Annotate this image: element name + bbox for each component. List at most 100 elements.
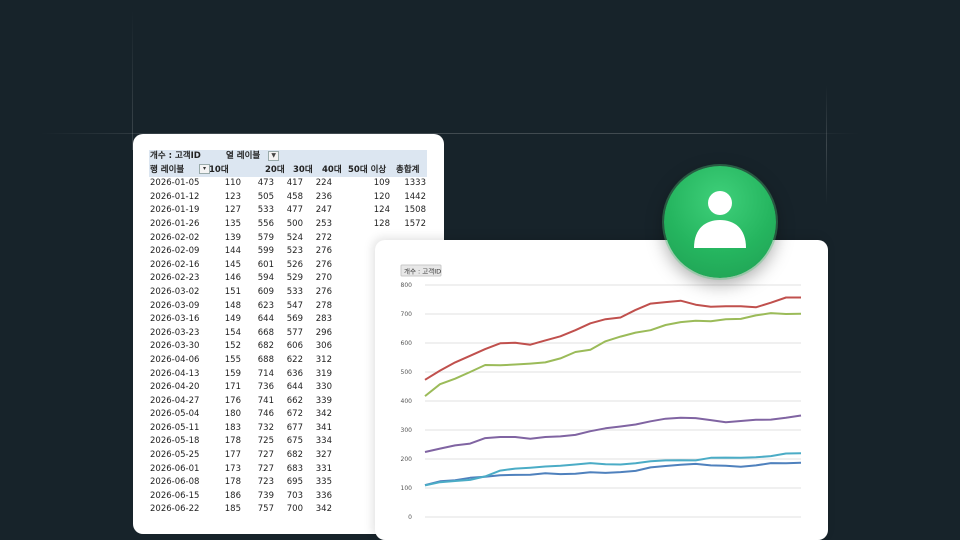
row-label-cell: 2026-03-30 — [150, 341, 200, 352]
value-cell: 253 — [315, 218, 332, 229]
value-cell: 334 — [315, 436, 332, 447]
value-cell: 623 — [257, 300, 274, 311]
avatar[interactable] — [664, 166, 776, 278]
value-cell: 124 — [373, 205, 390, 216]
value-cell: 594 — [257, 273, 274, 284]
value-cell: 732 — [257, 422, 274, 433]
chart-card: 개수 : 고객ID 0 100 200 300 400 500 600 700 800 — [375, 240, 828, 540]
pivot-row-labels: 행 레이블 — [150, 164, 185, 175]
value-cell: 127 — [224, 205, 241, 216]
table-row: 2026-01-26 135 556 500 253 128 1572 — [149, 218, 427, 232]
value-cell: 224 — [315, 178, 332, 189]
value-cell: 276 — [315, 246, 332, 257]
value-cell: 178 — [224, 436, 241, 447]
value-cell: 533 — [286, 286, 303, 297]
value-cell: 135 — [224, 218, 241, 229]
value-cell: 723 — [257, 477, 274, 488]
user-icon — [694, 191, 746, 248]
row-label-cell: 2026-05-18 — [150, 436, 200, 447]
value-cell: 1508 — [404, 205, 426, 216]
value-cell: 270 — [315, 273, 332, 284]
value-cell: 675 — [286, 436, 303, 447]
value-cell: 662 — [286, 395, 303, 406]
y-tick-label: 100 — [401, 485, 413, 492]
table-row: 2026-01-12 123 505 458 236 120 1442 — [149, 191, 427, 205]
value-cell: 341 — [315, 422, 332, 433]
value-cell: 120 — [373, 191, 390, 202]
row-label-cell: 2026-05-11 — [150, 422, 200, 433]
value-cell: 577 — [286, 327, 303, 338]
value-cell: 1572 — [404, 218, 426, 229]
value-cell: 149 — [224, 314, 241, 325]
value-cell: 1333 — [404, 178, 426, 189]
value-cell: 739 — [257, 490, 274, 501]
row-label-cell: 2026-06-15 — [150, 490, 200, 501]
value-cell: 151 — [224, 286, 241, 297]
value-cell: 185 — [224, 504, 241, 515]
col-header: 50대 이상 — [348, 164, 387, 175]
value-cell: 727 — [257, 463, 274, 474]
y-tick-label: 700 — [401, 311, 413, 318]
value-cell: 736 — [257, 382, 274, 393]
value-cell: 579 — [257, 232, 274, 243]
row-label-cell: 2026-05-04 — [150, 409, 200, 420]
row-label-cell: 2026-04-20 — [150, 382, 200, 393]
value-cell: 606 — [286, 341, 303, 352]
chart-field-button[interactable]: 개수 : 고객ID — [400, 264, 442, 277]
y-axis-ticks: 0100200300400500600700800 — [401, 282, 413, 521]
value-cell: 599 — [257, 246, 274, 257]
value-cell: 146 — [224, 273, 241, 284]
value-cell: 154 — [224, 327, 241, 338]
value-cell: 342 — [315, 504, 332, 515]
value-cell: 177 — [224, 450, 241, 461]
value-cell: 330 — [315, 382, 332, 393]
value-cell: 110 — [224, 178, 241, 189]
value-cell: 331 — [315, 463, 332, 474]
value-cell: 319 — [315, 368, 332, 379]
value-cell: 278 — [315, 300, 332, 311]
value-cell: 139 — [224, 232, 241, 243]
value-cell: 178 — [224, 477, 241, 488]
value-cell: 173 — [224, 463, 241, 474]
value-cell: 683 — [286, 463, 303, 474]
column-labels-text: 열 레이블 — [226, 151, 261, 161]
row-label-cell: 2026-02-02 — [150, 232, 200, 243]
y-tick-label: 300 — [401, 427, 413, 434]
value-cell: 327 — [315, 450, 332, 461]
line-chart: 개수 : 고객ID 0100200300400500600700800 — [400, 264, 802, 521]
col-header: 40대 — [322, 164, 342, 175]
value-cell: 306 — [315, 341, 332, 352]
value-cell: 524 — [286, 232, 303, 243]
value-cell: 155 — [224, 354, 241, 365]
col-header: 20대 — [265, 164, 285, 175]
value-cell: 757 — [257, 504, 274, 515]
series-line-4 — [424, 452, 802, 487]
value-cell: 152 — [224, 341, 241, 352]
value-cell: 703 — [286, 490, 303, 501]
row-label-cell: 2026-01-12 — [150, 191, 200, 202]
value-cell: 176 — [224, 395, 241, 406]
y-tick-label: 400 — [401, 398, 413, 405]
pivot-header-row-1: 개수 : 고객ID 열 레이블 ▼ — [149, 150, 427, 164]
value-cell: 622 — [286, 354, 303, 365]
row-label-cell: 2026-03-16 — [150, 314, 200, 325]
column-filter-dropdown-icon[interactable]: ▼ — [268, 150, 280, 161]
value-cell: 644 — [286, 382, 303, 393]
row-label-cell: 2026-02-09 — [150, 246, 200, 257]
value-cell: 741 — [257, 395, 274, 406]
row-label-cell: 2026-03-23 — [150, 327, 200, 338]
value-cell: 526 — [286, 259, 303, 270]
value-cell: 644 — [257, 314, 274, 325]
value-cell: 473 — [257, 178, 274, 189]
value-cell: 339 — [315, 395, 332, 406]
value-cell: 180 — [224, 409, 241, 420]
value-cell: 186 — [224, 490, 241, 501]
series-line-2 — [424, 312, 802, 397]
chart-field-button-label: 개수 : 고객ID — [404, 267, 441, 276]
row-label-cell: 2026-01-05 — [150, 178, 200, 189]
value-cell: 109 — [373, 178, 390, 189]
row-label-cell: 2026-01-26 — [150, 218, 200, 229]
y-tick-label: 500 — [401, 369, 413, 376]
value-cell: 500 — [286, 218, 303, 229]
value-cell: 123 — [224, 191, 241, 202]
